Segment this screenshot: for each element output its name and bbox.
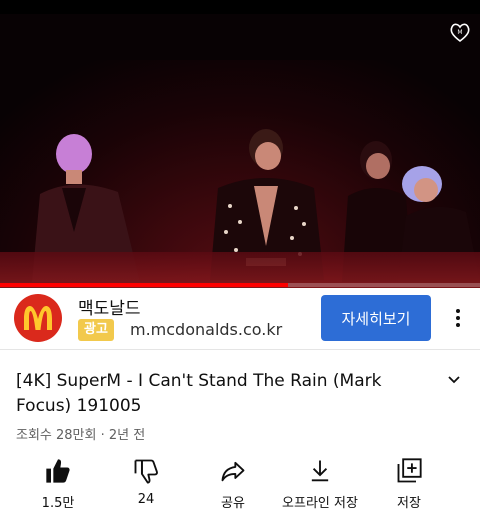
chevron-down-icon[interactable] bbox=[446, 372, 462, 388]
download-button[interactable]: 오프라인 저장 bbox=[275, 456, 365, 516]
ad-badge: 광고 bbox=[78, 319, 114, 341]
heart-logo-icon: M bbox=[450, 23, 470, 43]
save-button[interactable]: 저장 bbox=[364, 456, 454, 516]
video-player[interactable]: M bbox=[0, 0, 480, 288]
download-label: 오프라인 저장 bbox=[282, 496, 358, 511]
save-label: 저장 bbox=[397, 496, 421, 511]
ad-url: m.mcdonalds.co.kr bbox=[130, 320, 283, 339]
share-icon bbox=[221, 461, 245, 482]
mcdonalds-logo bbox=[14, 294, 62, 342]
golden-arches-icon bbox=[24, 306, 52, 330]
more-options-icon[interactable] bbox=[448, 306, 468, 330]
video-progress-fill bbox=[0, 283, 288, 287]
save-playlist-icon bbox=[397, 458, 422, 483]
ad-advertiser-name: 맥도날드 bbox=[78, 299, 141, 319]
share-button[interactable]: 공유 bbox=[188, 456, 278, 516]
svg-text:M: M bbox=[457, 29, 462, 36]
download-icon bbox=[311, 460, 329, 482]
video-meta: 조회수 28만회 · 2년 전 bbox=[16, 428, 146, 443]
ad-learn-more-button[interactable]: 자세히보기 bbox=[321, 295, 431, 341]
like-button[interactable]: 1.5만 bbox=[13, 456, 103, 516]
thumbs-up-icon bbox=[46, 459, 70, 483]
thumbs-down-icon bbox=[134, 459, 158, 484]
video-progress-bar[interactable] bbox=[0, 283, 480, 287]
dislike-button[interactable]: 24 bbox=[101, 456, 191, 516]
share-label: 공유 bbox=[221, 496, 245, 511]
ad-banner[interactable]: 맥도날드 광고 m.mcdonalds.co.kr 자세히보기 bbox=[0, 288, 480, 350]
like-count: 1.5만 bbox=[41, 496, 75, 511]
action-bar: 1.5만 24 공유 오프라인 저장 저장 bbox=[0, 456, 480, 524]
status-bar-strip bbox=[0, 0, 480, 14]
dislike-count: 24 bbox=[137, 492, 155, 507]
video-title[interactable]: [4K] SuperM - I Can't Stand The Rain (Ma… bbox=[16, 369, 426, 419]
